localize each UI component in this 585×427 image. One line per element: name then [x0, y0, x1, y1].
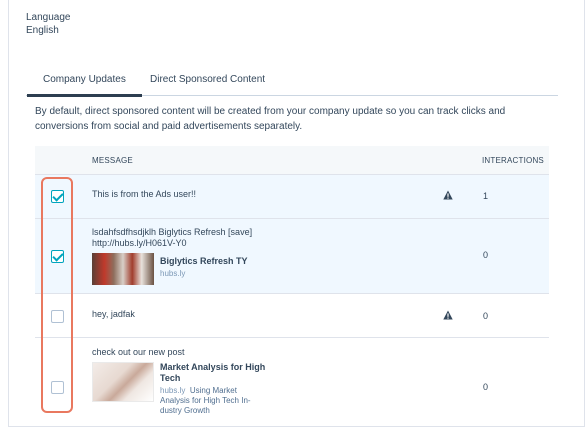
tab-bar: Company Updates Direct Sponsored Content [26, 64, 558, 97]
link-preview-domain: hubs.ly [160, 386, 186, 395]
link-preview-image [92, 362, 154, 402]
message-text: check out our new post [92, 347, 185, 357]
message-text: hey, jadfak [92, 309, 135, 319]
tab-direct-sponsored-content[interactable]: Direct Sponsored Content [150, 74, 265, 85]
message-link[interactable]: http://hubs.ly/H061V-Y0 [92, 238, 187, 249]
link-preview-title: Tech [160, 373, 181, 383]
message-text: This is from the Ads user!! [92, 189, 197, 199]
warning-icon [443, 310, 453, 320]
column-header-interactions: INTERACTIONS [482, 156, 544, 165]
row-checkbox[interactable] [51, 190, 64, 203]
updates-table: MESSAGE INTERACTIONS This is from the Ad… [35, 146, 549, 426]
warning-icon [443, 190, 453, 200]
table-row[interactable]: check out our new post Market Analysis f… [35, 338, 549, 426]
table-header: MESSAGE INTERACTIONS [35, 146, 549, 175]
description-text: By default, direct sponsored content wil… [35, 106, 506, 132]
row-checkbox[interactable] [51, 310, 64, 323]
table-row[interactable]: lsdahfsdfhsdjklh Biglytics Refresh [save… [35, 219, 549, 294]
interactions-count: 1 [483, 191, 489, 201]
link-preview-image [92, 253, 154, 285]
link-preview-desc-line: Analysis for High Tech In- [160, 396, 251, 405]
link-preview-title: Market Analysis for High [160, 362, 266, 372]
link-preview-title: Biglytics Refresh TY [160, 256, 248, 266]
interactions-count: 0 [483, 250, 489, 260]
table-row[interactable]: This is from the Ads user!! 1 [35, 175, 549, 219]
table-row[interactable]: hey, jadfak 0 [35, 294, 549, 338]
column-header-message: MESSAGE [92, 156, 133, 165]
interactions-count: 0 [483, 311, 489, 321]
language-value: English [26, 25, 59, 36]
row-checkbox[interactable] [51, 250, 64, 263]
message-text: lsdahfsdfhsdjklh Biglytics Refresh [save… [92, 227, 253, 237]
link-preview-desc-line: dustry Growth [160, 406, 210, 415]
link-preview-domain: hubs.ly [160, 269, 186, 278]
link-preview-description: hubs.ly Using Market [160, 386, 260, 396]
link-preview-desc-line: Using Market [189, 386, 237, 395]
interactions-count: 0 [483, 382, 489, 392]
language-label: Language [26, 12, 71, 23]
tab-company-updates[interactable]: Company Updates [27, 74, 142, 97]
row-checkbox[interactable] [51, 381, 64, 394]
